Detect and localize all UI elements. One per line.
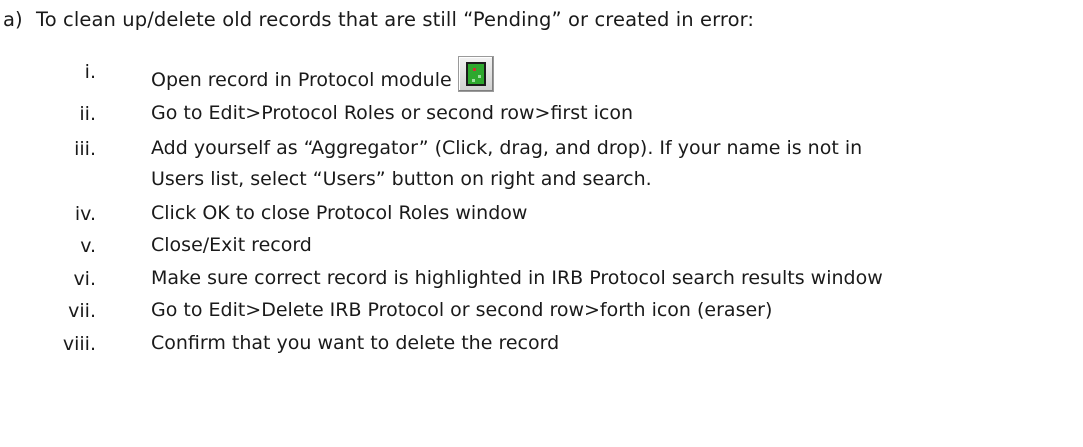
step-text: Click OK to close Protocol Roles window [151,202,528,224]
step-text-line-2: Users list, select “Users” button on rig… [151,168,652,190]
step-text-line-1: Add yourself as “Aggregator” (Click, dra… [151,137,863,159]
heading-marker: a) [3,8,23,31]
step-number: viii. [62,333,96,355]
step-text: Go to Edit>Delete IRB Protocol or second… [151,299,773,321]
protocol-module-icon [457,56,494,92]
step-number: i. [84,61,96,83]
step-number: ii. [79,103,96,125]
step-text: Close/Exit record [151,234,312,256]
step-number: iv. [74,203,96,225]
step-text: Open record in Protocol module [151,69,452,91]
instructions-document: a) To clean up/delete old records that ar… [0,0,1083,447]
step-number: v. [80,235,96,257]
step-text: Confirm that you want to delete the reco… [151,332,560,354]
section-heading: a) To clean up/delete old records that ar… [3,8,754,31]
heading-text: To clean up/delete old records that are … [36,8,755,31]
step-text: Make sure correct record is highlighted … [151,267,883,289]
step-number: iii. [74,138,96,160]
step-text: Go to Edit>Protocol Roles or second row>… [151,102,634,124]
step-number: vii. [68,300,96,322]
step-number: vi. [73,268,96,290]
